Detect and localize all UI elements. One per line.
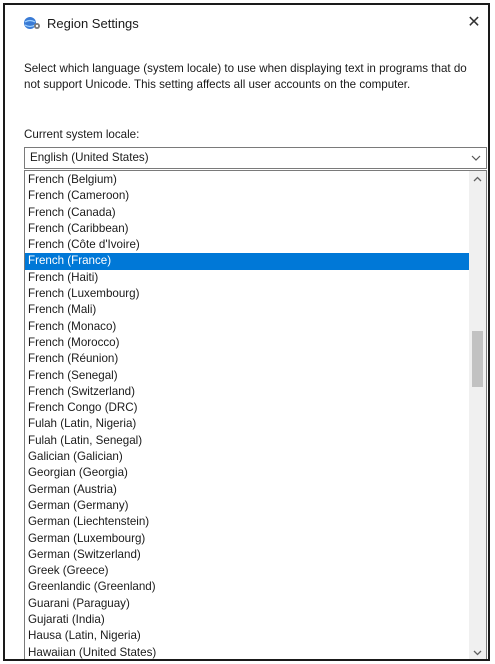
list-item[interactable]: French (Mali) [25,302,470,318]
scroll-up-arrow-icon[interactable] [469,171,486,188]
list-item[interactable]: French (Cameroon) [25,188,470,204]
list-item[interactable]: Hausa (Latin, Nigeria) [25,628,470,644]
list-item[interactable]: French (Caribbean) [25,221,470,237]
list-item[interactable]: French (Monaco) [25,319,470,335]
list-item[interactable]: German (Luxembourg) [25,531,470,547]
list-item[interactable]: German (Liechtenstein) [25,514,470,530]
list-item[interactable]: French Congo (DRC) [25,400,470,416]
list-item[interactable]: French (Haiti) [25,270,470,286]
list-item[interactable]: Greek (Greece) [25,563,470,579]
system-locale-dropdown[interactable]: English (United States) [24,147,487,169]
locale-listbox[interactable]: French (Belgium) French (Cameroon) French … [24,170,487,661]
list-item[interactable]: French (Côte d'Ivoire) [25,237,470,253]
list-item[interactable]: German (Austria) [25,482,470,498]
current-locale-label: Current system locale: [24,128,140,141]
list-item[interactable]: French (Luxembourg) [25,286,470,302]
list-item[interactable]: French (Réunion) [25,351,470,367]
window-title: Region Settings [47,16,139,31]
list-item[interactable]: Greenlandic (Greenland) [25,579,470,595]
list-item-selected[interactable]: French (France) [25,253,470,270]
list-item[interactable]: French (Canada) [25,205,470,221]
list-item[interactable]: Gujarati (India) [25,612,470,628]
scrollbar-thumb[interactable] [472,331,483,387]
list-item[interactable]: Georgian (Georgia) [25,465,470,481]
list-item[interactable]: Hawaiian (United States) [25,645,470,659]
region-settings-dialog: Region Settings ✕ Select which language … [3,3,490,661]
vertical-scrollbar[interactable] [469,171,486,661]
list-item[interactable]: French (Senegal) [25,368,470,384]
list-item[interactable]: Fulah (Latin, Nigeria) [25,416,470,432]
list-item[interactable]: French (Belgium) [25,172,470,188]
locale-description: Select which language (system locale) to… [24,62,467,91]
list-item[interactable]: French (Switzerland) [25,384,470,400]
list-item[interactable]: Fulah (Latin, Senegal) [25,433,470,449]
chevron-down-icon [471,155,481,161]
list-item[interactable]: French (Morocco) [25,335,470,351]
list-item[interactable]: German (Switzerland) [25,547,470,563]
list-item[interactable]: German (Germany) [25,498,470,514]
list-item[interactable]: Galician (Galician) [25,449,470,465]
globe-settings-icon [24,17,40,29]
close-button[interactable]: ✕ [464,13,484,33]
title-bar: Region Settings ✕ [5,5,488,43]
locale-list: French (Belgium) French (Cameroon) French … [25,172,470,659]
list-item[interactable]: Guarani (Paraguay) [25,596,470,612]
dropdown-selected-value: English (United States) [30,151,149,164]
scroll-down-arrow-icon[interactable] [469,644,486,661]
